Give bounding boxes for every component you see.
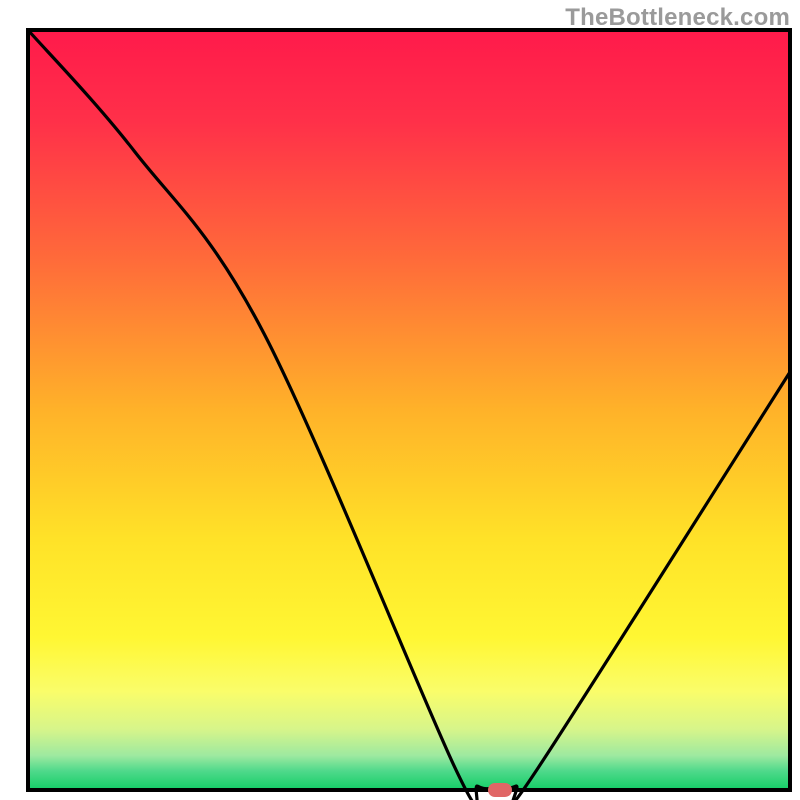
- minimum-marker: [488, 783, 512, 797]
- watermark-text: TheBottleneck.com: [565, 4, 790, 32]
- chart-container: TheBottleneck.com: [0, 0, 800, 800]
- chart-svg: [0, 0, 800, 800]
- plot-background: [28, 30, 790, 790]
